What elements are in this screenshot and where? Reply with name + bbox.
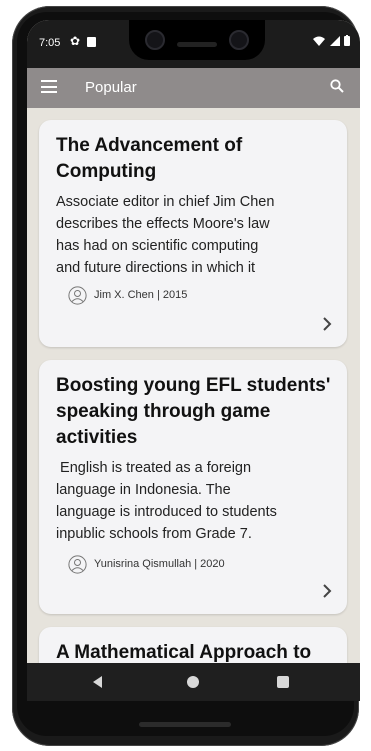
article-card[interactable]: Boosting young EFL students' speaking th… bbox=[39, 360, 347, 614]
camera-notch bbox=[129, 20, 265, 60]
chevron-right-icon[interactable] bbox=[321, 583, 333, 599]
person-icon bbox=[68, 286, 87, 305]
home-icon[interactable] bbox=[187, 676, 199, 688]
person-icon bbox=[68, 555, 87, 574]
signal-icon bbox=[329, 36, 340, 46]
status-time: 7:05 bbox=[39, 37, 61, 49]
wifi-icon bbox=[313, 36, 325, 46]
screen: 7:05 ✿ Popular The Advancement of Comput… bbox=[27, 20, 360, 700]
article-title: Boosting young EFL students' speaking th… bbox=[56, 375, 331, 448]
settings-icon: ✿ bbox=[70, 34, 81, 48]
article-list: The Advancement of Computing Associate e… bbox=[27, 108, 360, 700]
front-sensor-icon bbox=[229, 30, 249, 50]
article-card[interactable]: The Advancement of Computing Associate e… bbox=[39, 120, 347, 347]
bottom-speaker bbox=[139, 722, 231, 727]
front-camera-icon bbox=[145, 30, 165, 50]
author-year: Yunisrina Qismullah | 2020 bbox=[94, 558, 225, 570]
earpiece-speaker bbox=[177, 42, 217, 47]
page-title: Popular bbox=[85, 79, 137, 96]
navigation-bar bbox=[27, 663, 360, 701]
article-description: English is treated as a foreign language… bbox=[56, 460, 277, 542]
author-year: Jim X. Chen | 2015 bbox=[94, 289, 188, 301]
app-bar: Popular bbox=[27, 68, 360, 108]
recents-icon[interactable] bbox=[277, 676, 289, 688]
article-title: The Advancement of Computing bbox=[56, 135, 243, 182]
search-icon[interactable] bbox=[330, 79, 344, 93]
back-icon[interactable] bbox=[93, 676, 102, 688]
sd-card-icon bbox=[87, 37, 96, 47]
article-description: Associate editor in chief Jim Chen descr… bbox=[56, 194, 275, 276]
status-bar: 7:05 ✿ bbox=[27, 20, 360, 68]
chevron-right-icon[interactable] bbox=[321, 316, 333, 332]
status-icons bbox=[313, 35, 350, 49]
battery-icon bbox=[344, 35, 350, 46]
menu-icon[interactable] bbox=[41, 80, 57, 93]
